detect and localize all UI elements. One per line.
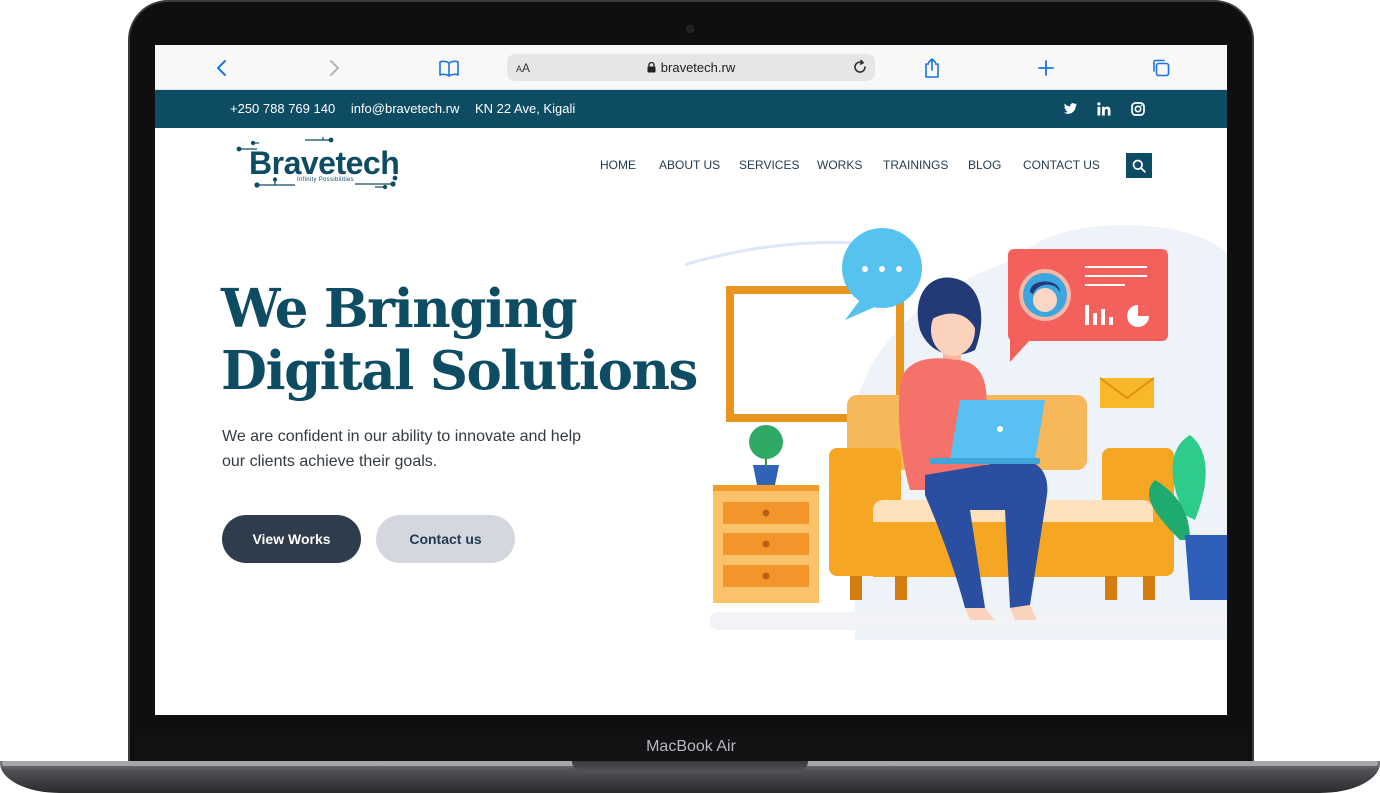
nav-contact-us[interactable]: CONTACT US: [1023, 158, 1100, 172]
device-label: MacBook Air: [646, 738, 736, 755]
nav-home[interactable]: HOME: [600, 158, 636, 172]
webcam: [686, 25, 694, 33]
back-icon[interactable]: [207, 54, 235, 82]
new-tab-icon[interactable]: [1032, 54, 1060, 82]
phone-number[interactable]: +250 788 769 140: [230, 101, 335, 116]
laptop-notch: [572, 761, 808, 773]
nav-trainings[interactable]: TRAININGS: [883, 158, 948, 172]
contact-topbar: +250 788 769 140 info@bravetech.rw KN 22…: [155, 90, 1227, 128]
laptop-chin: MacBook Air: [134, 735, 1248, 763]
bookmarks-icon[interactable]: [435, 54, 463, 82]
email-address[interactable]: info@bravetech.rw: [351, 101, 460, 116]
hero-illustration: [685, 225, 1227, 640]
search-button[interactable]: [1126, 153, 1152, 178]
nav-works[interactable]: WORKS: [817, 158, 862, 172]
browser-screen: AA bravetech.rw +250 788 769 140 info@br…: [155, 45, 1227, 715]
url-text: bravetech.rw: [660, 60, 736, 75]
share-icon[interactable]: [918, 54, 946, 82]
contact-us-button[interactable]: Contact us: [376, 515, 515, 563]
reload-icon[interactable]: [851, 58, 869, 81]
hero-title: We Bringing Digital Solutions: [221, 278, 698, 402]
tabs-icon[interactable]: [1147, 54, 1175, 82]
browser-toolbar: AA bravetech.rw: [155, 45, 1227, 90]
hero-title-line-2: Digital Solutions: [221, 340, 698, 402]
forward-icon[interactable]: [321, 54, 349, 82]
nav-about-us[interactable]: ABOUT US: [659, 158, 720, 172]
logo-tagline: Infinity Possibilities: [297, 177, 354, 183]
nav-services[interactable]: SERVICES: [739, 158, 799, 172]
hero-title-line-1: We Bringing: [221, 278, 578, 340]
view-works-button[interactable]: View Works: [222, 515, 361, 563]
lock-icon: [647, 61, 656, 76]
address-bar[interactable]: AA bravetech.rw: [507, 54, 875, 81]
search-icon: [1132, 159, 1146, 173]
bravetech-logo[interactable]: Bravetech Infinity Possibilities: [235, 135, 405, 193]
hero-description: We are confident in our ability to innov…: [222, 428, 582, 470]
nav-blog[interactable]: BLOG: [968, 158, 1001, 172]
linkedin-icon[interactable]: [1096, 101, 1112, 117]
macbook-mockup: { "device": {"label": "MacBook Air"}, "b…: [0, 0, 1380, 793]
instagram-icon[interactable]: [1130, 101, 1146, 117]
twitter-icon[interactable]: [1062, 101, 1078, 117]
address: KN 22 Ave, Kigali: [475, 101, 576, 116]
